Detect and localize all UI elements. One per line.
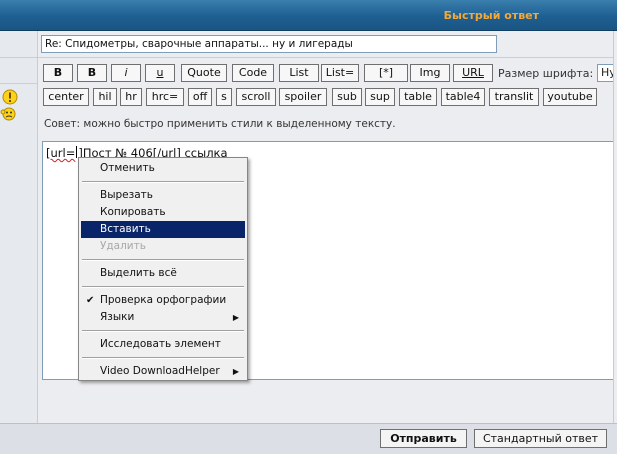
menu-separator (82, 259, 244, 261)
hr-button[interactable]: hr (120, 88, 142, 106)
list-button[interactable]: List (279, 64, 319, 82)
translit-button[interactable]: translit (489, 88, 539, 106)
font-size-label: Размер шрифта: (498, 67, 594, 80)
right-strip (613, 31, 617, 423)
left-column (0, 31, 38, 423)
submenu-arrow-icon: ▶ (232, 313, 239, 322)
menu-item-paste[interactable]: Вставить (81, 221, 245, 238)
menu-item-spellcheck[interactable]: ✔ Проверка орфографии (81, 292, 245, 309)
subject-input[interactable]: Re: Спидометры, сварочные аппараты... ну… (41, 35, 497, 53)
code-button[interactable]: Code (232, 64, 274, 82)
header-title: Быстрый ответ (443, 9, 539, 22)
menu-separator (82, 357, 244, 359)
menu-separator (82, 330, 244, 332)
menu-separator (82, 181, 244, 183)
bold-button[interactable]: B (43, 64, 73, 82)
menu-item-undo[interactable]: Отменить (81, 160, 245, 177)
hrc-button[interactable]: hrc= (146, 88, 184, 106)
img-button[interactable]: Img (410, 64, 450, 82)
list-item-button[interactable]: [*] (364, 64, 408, 82)
spoiler-button[interactable]: spoiler (279, 88, 327, 106)
quick-reply-header: Быстрый ответ (0, 0, 617, 31)
menu-separator (82, 286, 244, 288)
submenu-arrow-icon: ▶ (232, 367, 239, 376)
menu-item-languages[interactable]: Языки ▶ (81, 309, 245, 326)
menu-item-copy[interactable]: Копировать (81, 204, 245, 221)
hil-button[interactable]: hil (93, 88, 117, 106)
form-footer: Отправить Стандартный ответ (0, 423, 617, 454)
submit-button[interactable]: Отправить (380, 429, 467, 448)
confused-smiley-icon[interactable] (0, 107, 17, 121)
menu-item-delete: Удалить (100, 240, 146, 252)
menu-item-video-downloadhelper[interactable]: Video DownloadHelper ▶ (81, 363, 245, 380)
italic-button[interactable]: i (111, 64, 141, 82)
menu-item-inspect[interactable]: Исследовать элемент (81, 336, 245, 353)
scroll-button[interactable]: scroll (236, 88, 276, 106)
tip-text: Совет: можно быстро применить стили к вы… (44, 118, 396, 130)
menu-item-select-all[interactable]: Выделить всё (81, 265, 245, 282)
table-button[interactable]: table (399, 88, 437, 106)
youtube-button[interactable]: youtube (543, 88, 597, 106)
standard-reply-button[interactable]: Стандартный ответ (474, 429, 607, 448)
center-button[interactable]: center (43, 88, 89, 106)
list-numbered-button[interactable]: List= (321, 64, 359, 82)
menu-item-cut[interactable]: Вырезать (81, 187, 245, 204)
quote-button[interactable]: Quote (181, 64, 227, 82)
sub-button[interactable]: sub (332, 88, 362, 106)
underline-button[interactable]: u (145, 64, 175, 82)
misspelled-tag: [url= (46, 146, 76, 160)
context-menu: Отменить Вырезать Копировать Вставить Уд… (78, 157, 248, 381)
sup-button[interactable]: sup (365, 88, 395, 106)
off-button[interactable]: off (188, 88, 212, 106)
checkmark-icon: ✔ (86, 295, 95, 306)
url-button[interactable]: URL (453, 64, 493, 82)
exclamation-smiley-icon[interactable] (2, 89, 18, 105)
bold-button-2[interactable]: B (77, 64, 107, 82)
table4-button[interactable]: table4 (441, 88, 485, 106)
strike-button[interactable]: s (216, 88, 232, 106)
